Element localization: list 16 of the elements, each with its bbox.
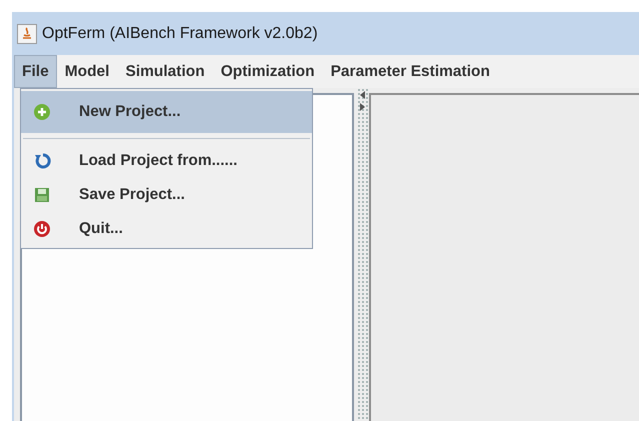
menu-item[interactable]: File bbox=[14, 55, 57, 88]
menu-option[interactable]: Save Project... bbox=[21, 178, 312, 212]
menu-option[interactable]: Quit... bbox=[21, 212, 312, 246]
floppy-icon bbox=[33, 186, 51, 204]
menu-item[interactable]: Optimization bbox=[212, 55, 323, 88]
menu-option[interactable]: New Project... bbox=[21, 91, 312, 133]
menu-item[interactable]: Model bbox=[56, 55, 118, 88]
menu-item[interactable]: Parameter Estimation bbox=[322, 55, 498, 88]
plus-icon bbox=[33, 103, 51, 121]
collapse-arrows-icon[interactable] bbox=[358, 90, 366, 112]
app-icon bbox=[17, 24, 37, 44]
menu-option[interactable]: Load Project from...... bbox=[21, 144, 312, 178]
window-title: OptFerm (AIBench Framework v2.0b2) bbox=[42, 24, 318, 42]
power-icon bbox=[33, 220, 51, 238]
menu-item[interactable]: Simulation bbox=[117, 55, 213, 88]
reload-icon bbox=[33, 152, 51, 170]
